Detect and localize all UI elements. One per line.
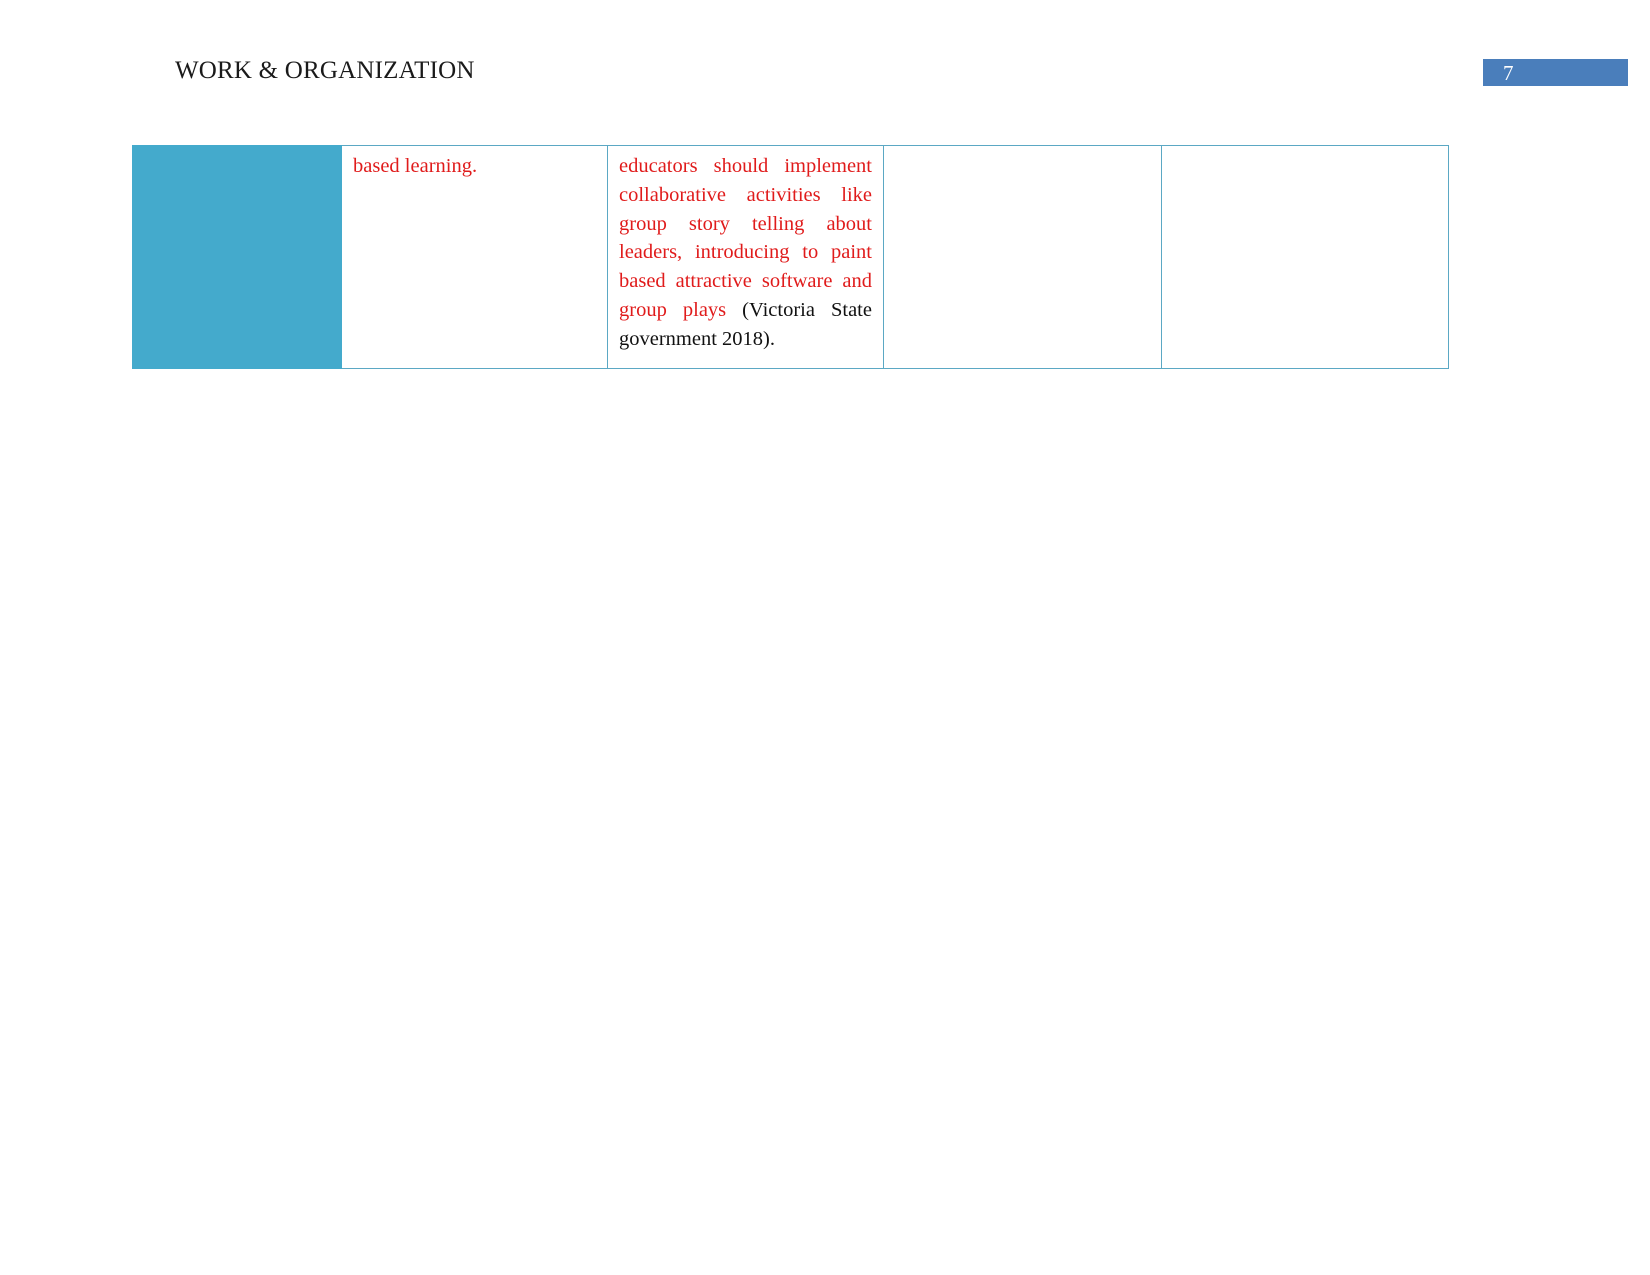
table-cell-fourth [883,145,1162,369]
table-cell-fifth [1161,145,1449,369]
page-title: WORK & ORGANIZATION [175,57,475,84]
table-cell-strategy: based learning. [341,145,608,369]
page-header: WORK & ORGANIZATION 7 [0,0,1650,110]
table-cell-recommendation: educators should implement collaborative… [607,145,884,369]
paragraph-strategy: based learning. [353,152,596,181]
content-table: based learning. educators should impleme… [132,145,1449,369]
accent-fill-block [133,146,341,350]
paragraph-recommendation: educators should implement collaborative… [619,152,872,354]
inserted-text-strategy: based learning. [353,155,478,177]
inserted-text-recommendation: educators should implement collaborative… [619,155,872,321]
table-cell-accent [132,145,342,369]
cell-content-fourth [884,146,1161,350]
cell-content-fifth [1162,146,1448,350]
cell-content-recommendation: educators should implement collaborative… [608,146,883,368]
table-row: based learning. educators should impleme… [132,145,1449,369]
page-number-badge: 7 [1483,59,1628,86]
page-number: 7 [1503,61,1514,85]
table-body: based learning. educators should impleme… [132,145,1449,369]
cell-content-strategy: based learning. [342,146,607,350]
